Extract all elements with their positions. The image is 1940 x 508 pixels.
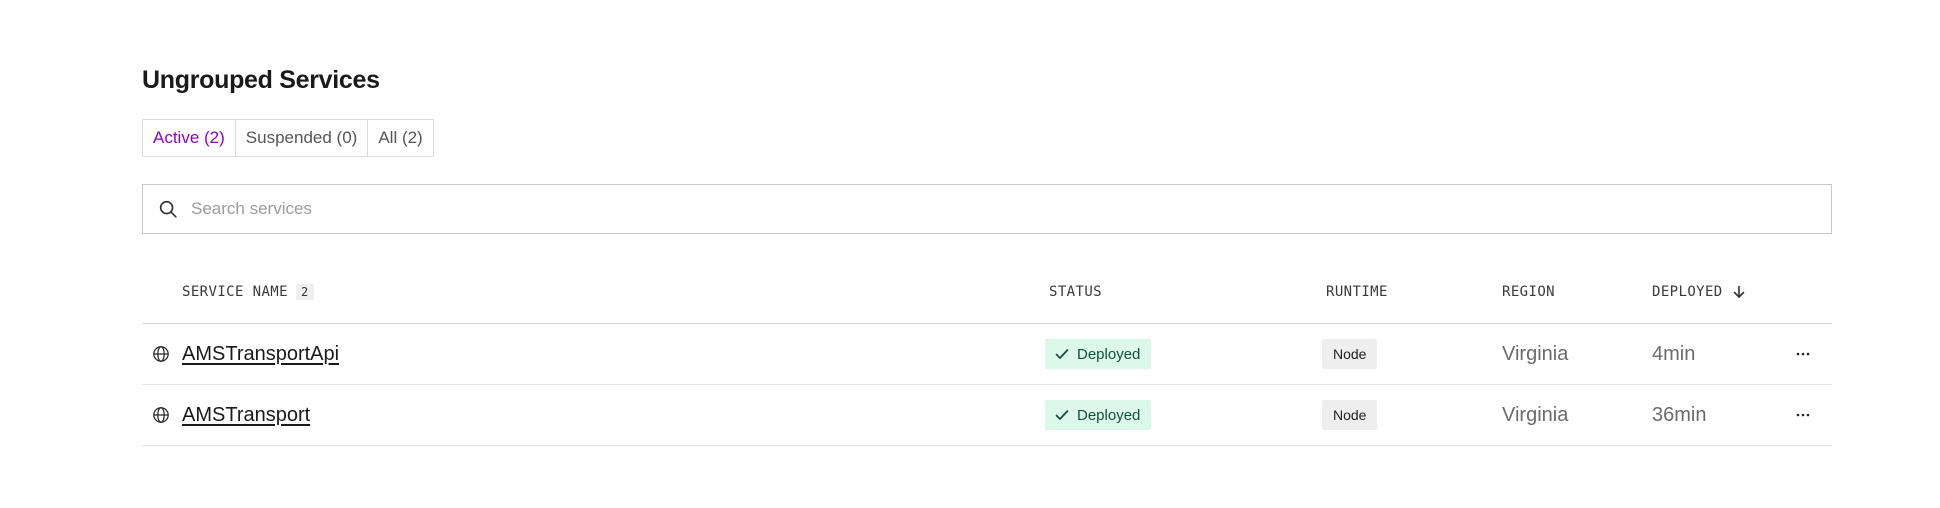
deployed-value: 4min bbox=[1652, 342, 1696, 365]
runtime-cell: Node bbox=[1322, 324, 1378, 384]
status-cell: Deployed bbox=[1045, 324, 1152, 384]
more-options-icon[interactable] bbox=[1794, 406, 1812, 424]
column-label-runtime: RUNTIME bbox=[1326, 284, 1388, 300]
service-name-link[interactable]: AMSTransport bbox=[182, 404, 310, 427]
deployed-cell: 4min bbox=[1652, 324, 1695, 384]
status-cell: Deployed bbox=[1045, 385, 1152, 445]
deployed-cell: 36min bbox=[1652, 385, 1706, 445]
services-table: SERVICE NAME 2 STATUS RUNTIME REGION DEP… bbox=[142, 280, 1832, 446]
status-filter-tabs: Active (2) Suspended (0) All (2) bbox=[142, 119, 434, 157]
tab-active[interactable]: Active (2) bbox=[143, 120, 236, 156]
globe-icon bbox=[153, 407, 169, 423]
status-badge: Deployed bbox=[1045, 400, 1152, 430]
region-cell: Virginia bbox=[1502, 324, 1568, 384]
service-type-cell bbox=[152, 324, 170, 384]
check-icon bbox=[1055, 410, 1069, 420]
row-actions-cell bbox=[1794, 385, 1812, 445]
row-actions-cell bbox=[1794, 324, 1812, 384]
service-count-badge: 2 bbox=[295, 284, 314, 300]
region-cell: Virginia bbox=[1502, 385, 1568, 445]
region-value: Virginia bbox=[1502, 342, 1569, 365]
service-type-cell bbox=[152, 385, 170, 445]
check-icon bbox=[1055, 349, 1069, 359]
column-header-deployed[interactable]: DEPLOYED bbox=[1652, 284, 1747, 300]
column-header-service-name[interactable]: SERVICE NAME 2 bbox=[182, 284, 314, 300]
runtime-badge: Node bbox=[1322, 339, 1378, 369]
deployed-value: 36min bbox=[1652, 403, 1707, 426]
status-label: Deployed bbox=[1077, 406, 1141, 424]
more-options-icon[interactable] bbox=[1794, 345, 1812, 363]
column-header-runtime[interactable]: RUNTIME bbox=[1326, 284, 1388, 300]
arrow-down-icon[interactable] bbox=[1731, 284, 1747, 300]
runtime-badge: Node bbox=[1322, 400, 1378, 430]
search-input[interactable] bbox=[189, 198, 1831, 220]
runtime-cell: Node bbox=[1322, 385, 1378, 445]
section-title: Ungrouped Services bbox=[142, 66, 380, 94]
tab-suspended[interactable]: Suspended (0) bbox=[236, 120, 369, 156]
status-badge: Deployed bbox=[1045, 339, 1152, 369]
service-name-cell: AMSTransportApi bbox=[182, 324, 339, 384]
column-header-status[interactable]: STATUS bbox=[1049, 284, 1102, 300]
table-row[interactable]: AMSTransportApi Deployed Node Virginia 4… bbox=[142, 324, 1832, 385]
column-label-service-name: SERVICE NAME bbox=[182, 284, 288, 300]
column-label-region: REGION bbox=[1502, 284, 1555, 300]
status-label: Deployed bbox=[1077, 345, 1141, 363]
ungrouped-services-section: Ungrouped Services Active (2) Suspended … bbox=[142, 62, 1832, 446]
column-label-status: STATUS bbox=[1049, 284, 1102, 300]
column-label-deployed: DEPLOYED bbox=[1652, 284, 1723, 300]
table-row[interactable]: AMSTransport Deployed Node Virginia 36mi… bbox=[142, 385, 1832, 446]
table-header: SERVICE NAME 2 STATUS RUNTIME REGION DEP… bbox=[142, 280, 1832, 324]
tab-all[interactable]: All (2) bbox=[368, 120, 432, 156]
column-header-region[interactable]: REGION bbox=[1502, 284, 1555, 300]
search-icon bbox=[159, 200, 177, 218]
search-box bbox=[142, 184, 1832, 234]
service-name-link[interactable]: AMSTransportApi bbox=[182, 343, 339, 366]
region-value: Virginia bbox=[1502, 403, 1569, 426]
service-name-cell: AMSTransport bbox=[182, 385, 310, 445]
globe-icon bbox=[153, 346, 169, 362]
